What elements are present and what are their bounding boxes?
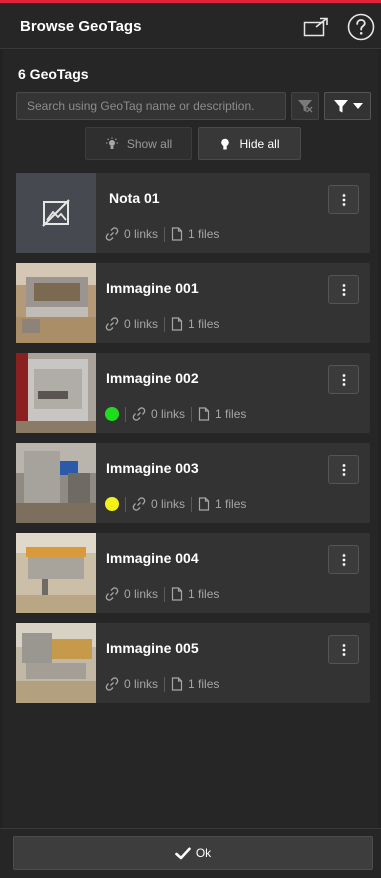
file-icon bbox=[171, 227, 183, 241]
kebab-menu-icon bbox=[342, 463, 345, 476]
file-icon bbox=[171, 317, 183, 331]
more-options-button[interactable] bbox=[328, 365, 359, 394]
help-circle-icon[interactable] bbox=[347, 13, 375, 41]
more-options-button[interactable] bbox=[328, 275, 359, 304]
divider bbox=[125, 406, 126, 422]
more-options-button[interactable] bbox=[328, 455, 359, 484]
links-count: 0 links bbox=[124, 317, 159, 331]
geotag-name: Immagine 003 bbox=[106, 460, 199, 476]
geotag-meta: 0 links 1 files bbox=[105, 496, 246, 512]
divider bbox=[125, 496, 126, 512]
kebab-menu-icon bbox=[342, 373, 345, 386]
photo-thumbnail bbox=[16, 263, 96, 343]
divider bbox=[164, 226, 166, 242]
filter-icon bbox=[333, 100, 348, 113]
status-dot-yellow bbox=[105, 497, 119, 511]
geotag-count: 6 GeoTags bbox=[18, 66, 89, 82]
files-count: 1 files bbox=[188, 587, 220, 601]
light-bulb-icon bbox=[221, 138, 230, 149]
search-input[interactable] bbox=[17, 93, 285, 119]
filter-clear-button[interactable] bbox=[291, 92, 319, 120]
filter-dropdown-button[interactable] bbox=[324, 92, 371, 120]
files-count: 1 files bbox=[188, 317, 220, 331]
geotag-meta: 0 links 1 files bbox=[105, 676, 219, 692]
geotag-name: Immagine 005 bbox=[106, 640, 199, 656]
divider bbox=[164, 316, 166, 332]
divider bbox=[164, 676, 166, 692]
kebab-menu-icon bbox=[342, 193, 345, 206]
files-count: 1 files bbox=[188, 227, 220, 241]
divider bbox=[191, 496, 193, 512]
geotag-card[interactable]: Immagine 002 0 links 1 files bbox=[16, 353, 370, 433]
geotag-meta: 0 links 1 files bbox=[105, 226, 219, 242]
hide-all-label: Hide all bbox=[239, 136, 280, 151]
hide-all-button[interactable]: Hide all bbox=[198, 127, 301, 160]
kebab-menu-icon bbox=[342, 283, 345, 296]
chevron-down-icon bbox=[352, 103, 363, 109]
links-count: 0 links bbox=[124, 677, 159, 691]
show-all-button[interactable]: Show all bbox=[85, 127, 192, 160]
kebab-menu-icon bbox=[342, 553, 345, 566]
photo-thumbnail bbox=[16, 533, 96, 613]
ok-label: Ok bbox=[195, 846, 212, 860]
file-icon bbox=[198, 497, 210, 511]
links-count: 0 links bbox=[151, 497, 186, 511]
ok-button[interactable]: Ok bbox=[13, 836, 373, 870]
panel-title: Browse GeoTags bbox=[20, 18, 142, 35]
files-count: 1 files bbox=[188, 677, 220, 691]
note-thumbnail bbox=[16, 173, 96, 253]
no-image-icon bbox=[42, 199, 70, 227]
divider bbox=[164, 586, 166, 602]
search-box bbox=[16, 92, 286, 120]
files-count: 1 files bbox=[215, 497, 247, 511]
link-icon bbox=[105, 317, 119, 331]
geotag-card[interactable]: Immagine 004 0 links 1 files bbox=[16, 533, 370, 613]
divider bbox=[191, 406, 193, 422]
geotag-name: Immagine 002 bbox=[106, 370, 199, 386]
checkmark-icon bbox=[175, 847, 191, 859]
links-count: 0 links bbox=[151, 407, 186, 421]
geotag-meta: 0 links 1 files bbox=[105, 406, 246, 422]
link-icon bbox=[132, 407, 146, 421]
link-icon bbox=[105, 677, 119, 691]
file-icon bbox=[171, 587, 183, 601]
links-count: 0 links bbox=[124, 587, 159, 601]
link-icon bbox=[105, 587, 119, 601]
link-icon bbox=[132, 497, 146, 511]
links-count: 0 links bbox=[124, 227, 159, 241]
kebab-menu-icon bbox=[342, 643, 345, 656]
geotag-meta: 0 links 1 files bbox=[105, 316, 219, 332]
geotag-card[interactable]: Nota 01 0 links 1 files bbox=[16, 173, 370, 253]
geotag-card[interactable]: Immagine 001 0 links 1 files bbox=[16, 263, 370, 343]
light-bulb-on-icon bbox=[105, 137, 118, 149]
photo-thumbnail bbox=[16, 443, 96, 523]
photo-thumbnail bbox=[16, 353, 96, 433]
files-count: 1 files bbox=[215, 407, 247, 421]
show-all-label: Show all bbox=[126, 136, 173, 151]
geotag-name: Immagine 001 bbox=[106, 280, 199, 296]
popout-window-icon[interactable] bbox=[303, 16, 329, 38]
geotag-browser-panel bbox=[3, 50, 378, 828]
file-icon bbox=[171, 677, 183, 691]
panel-header: Browse GeoTags bbox=[0, 3, 381, 49]
filter-clear-icon bbox=[298, 100, 313, 113]
more-options-button[interactable] bbox=[328, 545, 359, 574]
geotag-card[interactable]: Immagine 005 0 links 1 files bbox=[16, 623, 370, 703]
photo-thumbnail bbox=[16, 623, 96, 703]
geotag-name: Immagine 004 bbox=[106, 550, 199, 566]
geotag-meta: 0 links 1 files bbox=[105, 586, 219, 602]
file-icon bbox=[198, 407, 210, 421]
status-dot-green bbox=[105, 407, 119, 421]
link-icon bbox=[105, 227, 119, 241]
geotag-name: Nota 01 bbox=[109, 190, 160, 206]
more-options-button[interactable] bbox=[328, 635, 359, 664]
more-options-button[interactable] bbox=[328, 185, 359, 214]
geotag-card[interactable]: Immagine 003 0 links 1 files bbox=[16, 443, 370, 523]
